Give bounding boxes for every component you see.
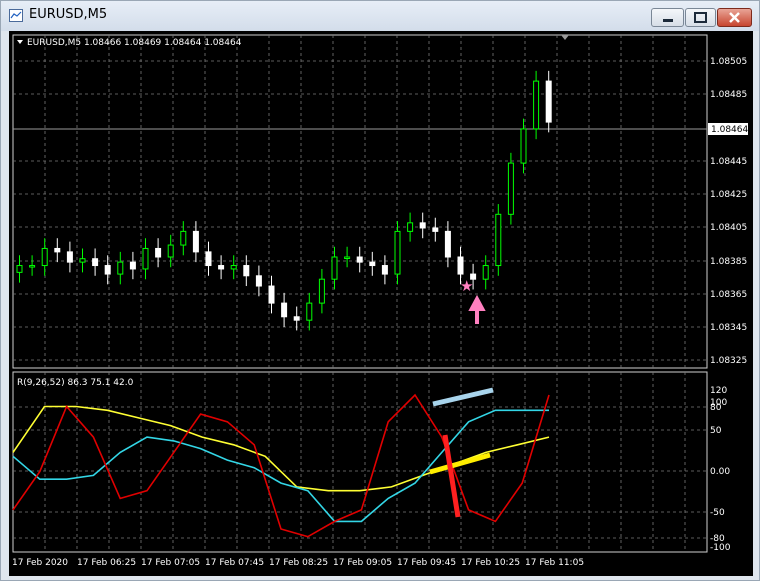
candle-body bbox=[520, 128, 527, 164]
price-label: 1.08345 bbox=[710, 323, 747, 333]
candle-body bbox=[482, 265, 489, 280]
price-label: 1.08425 bbox=[710, 190, 747, 200]
candle-body bbox=[192, 230, 199, 253]
candle-body bbox=[230, 265, 237, 270]
candle-body bbox=[306, 302, 313, 321]
window-title: EURUSD,M5 bbox=[29, 7, 108, 22]
title-bar[interactable]: EURUSD,M5 bbox=[1, 1, 759, 31]
main-chart-frame bbox=[12, 34, 708, 369]
candle-body bbox=[129, 261, 136, 270]
candle-body bbox=[444, 230, 451, 258]
candle-body bbox=[394, 230, 401, 275]
chart-shift-marker-icon[interactable] bbox=[561, 35, 569, 40]
candle-body bbox=[293, 316, 300, 321]
candle-body bbox=[243, 265, 250, 277]
star-marker-icon: ★ bbox=[460, 277, 473, 295]
price-label: 1.08325 bbox=[710, 356, 747, 366]
price-label: 1.08445 bbox=[710, 157, 747, 167]
indicator-level-label: 50 bbox=[710, 426, 722, 436]
candle-body bbox=[155, 247, 162, 258]
time-label: 17 Feb 07:45 bbox=[205, 558, 264, 568]
price-axis: 1.08505 1.08485 1.08464 1.08445 1.08425 … bbox=[708, 57, 748, 366]
candle-body bbox=[318, 278, 325, 304]
chart-area[interactable]: EURUSD,M5 1.08466 1.08469 1.08464 1.0846… bbox=[9, 31, 753, 576]
candle-body bbox=[142, 247, 149, 270]
main-grid bbox=[13, 35, 707, 368]
candle-body bbox=[457, 256, 464, 275]
candle-body bbox=[104, 265, 111, 275]
terminal-window: EURUSD,M5 EURUSD,M5 1.08466 1.08469 1.08… bbox=[0, 0, 760, 581]
current-price-label: 1.08464 bbox=[711, 125, 748, 135]
candle-body bbox=[545, 80, 552, 123]
time-label: 17 Feb 07:05 bbox=[141, 558, 200, 568]
candle-body bbox=[167, 244, 174, 258]
candle-body bbox=[331, 256, 338, 280]
candle-body bbox=[205, 251, 212, 267]
minimize-icon bbox=[663, 19, 673, 22]
time-label: 17 Feb 09:45 bbox=[397, 558, 456, 568]
candle-body bbox=[369, 261, 376, 267]
candle-body bbox=[29, 265, 36, 268]
candle-body bbox=[407, 222, 414, 232]
candle-body bbox=[92, 258, 99, 267]
candle-body bbox=[66, 251, 73, 263]
indicator-line-cyan bbox=[12, 409, 549, 523]
time-axis: 17 Feb 2020 17 Feb 06:25 17 Feb 07:05 17… bbox=[12, 558, 584, 568]
dropdown-triangle-icon[interactable] bbox=[17, 40, 23, 44]
main-chart-header: EURUSD,M5 1.08466 1.08469 1.08464 1.0846… bbox=[27, 38, 242, 48]
indicator-level-label: -50 bbox=[710, 508, 725, 518]
indicator-line-red bbox=[12, 393, 550, 538]
price-label: 1.08405 bbox=[710, 223, 747, 233]
trendline-yellow[interactable] bbox=[429, 452, 491, 475]
indicator-axis: 120 100 80 50 0.00 -50 -80 -100 bbox=[710, 386, 731, 553]
candle-body bbox=[533, 80, 540, 130]
maximize-button[interactable] bbox=[685, 8, 716, 27]
candle-body bbox=[16, 265, 23, 273]
time-label: 17 Feb 09:05 bbox=[333, 558, 392, 568]
candle-body bbox=[281, 302, 288, 318]
close-icon bbox=[729, 12, 740, 23]
time-label: 17 Feb 2020 bbox=[12, 558, 68, 568]
arrow-up-marker-icon bbox=[468, 294, 486, 324]
candle-body bbox=[419, 222, 426, 229]
candle-body bbox=[507, 162, 514, 215]
price-label: 1.08485 bbox=[710, 90, 747, 100]
candle-body bbox=[79, 258, 86, 263]
time-label: 17 Feb 06:25 bbox=[77, 558, 136, 568]
chart-window-icon bbox=[9, 9, 23, 22]
indicator-level-label: -100 bbox=[710, 543, 731, 553]
indicator-line-yellow bbox=[12, 405, 550, 492]
candle-body bbox=[432, 227, 439, 232]
candle-body bbox=[255, 275, 262, 287]
minimize-button[interactable] bbox=[651, 8, 684, 27]
indicator-level-label: 80 bbox=[710, 403, 722, 413]
close-button[interactable] bbox=[717, 8, 752, 27]
chart-canvas[interactable]: EURUSD,M5 1.08466 1.08469 1.08464 1.0846… bbox=[9, 31, 753, 576]
candle-body bbox=[495, 213, 502, 267]
candle-body bbox=[381, 265, 388, 275]
time-label: 17 Feb 08:25 bbox=[269, 558, 328, 568]
indicator-header: R(9,26,52) 86.3 75.1 42.0 bbox=[17, 378, 134, 388]
trendline-lightblue[interactable] bbox=[432, 387, 494, 407]
indicator-level-label: 0.00 bbox=[710, 467, 730, 477]
time-label: 17 Feb 10:25 bbox=[461, 558, 520, 568]
candle-body bbox=[180, 230, 187, 246]
indicator-level-label: 120 bbox=[710, 386, 727, 396]
candle-body bbox=[41, 247, 48, 267]
price-label: 1.08385 bbox=[710, 257, 747, 267]
candle-body bbox=[117, 261, 124, 275]
candle-body bbox=[218, 265, 225, 270]
time-label: 17 Feb 11:05 bbox=[525, 558, 584, 568]
candle-body bbox=[54, 247, 61, 253]
candle-body bbox=[344, 256, 351, 259]
price-label: 1.08505 bbox=[710, 57, 747, 67]
price-label: 1.08365 bbox=[710, 290, 747, 300]
candle-body bbox=[268, 285, 275, 304]
candle-body bbox=[356, 256, 363, 263]
indicator-grid bbox=[13, 372, 707, 552]
indicator-frame bbox=[12, 371, 708, 553]
restore-icon bbox=[694, 12, 707, 23]
